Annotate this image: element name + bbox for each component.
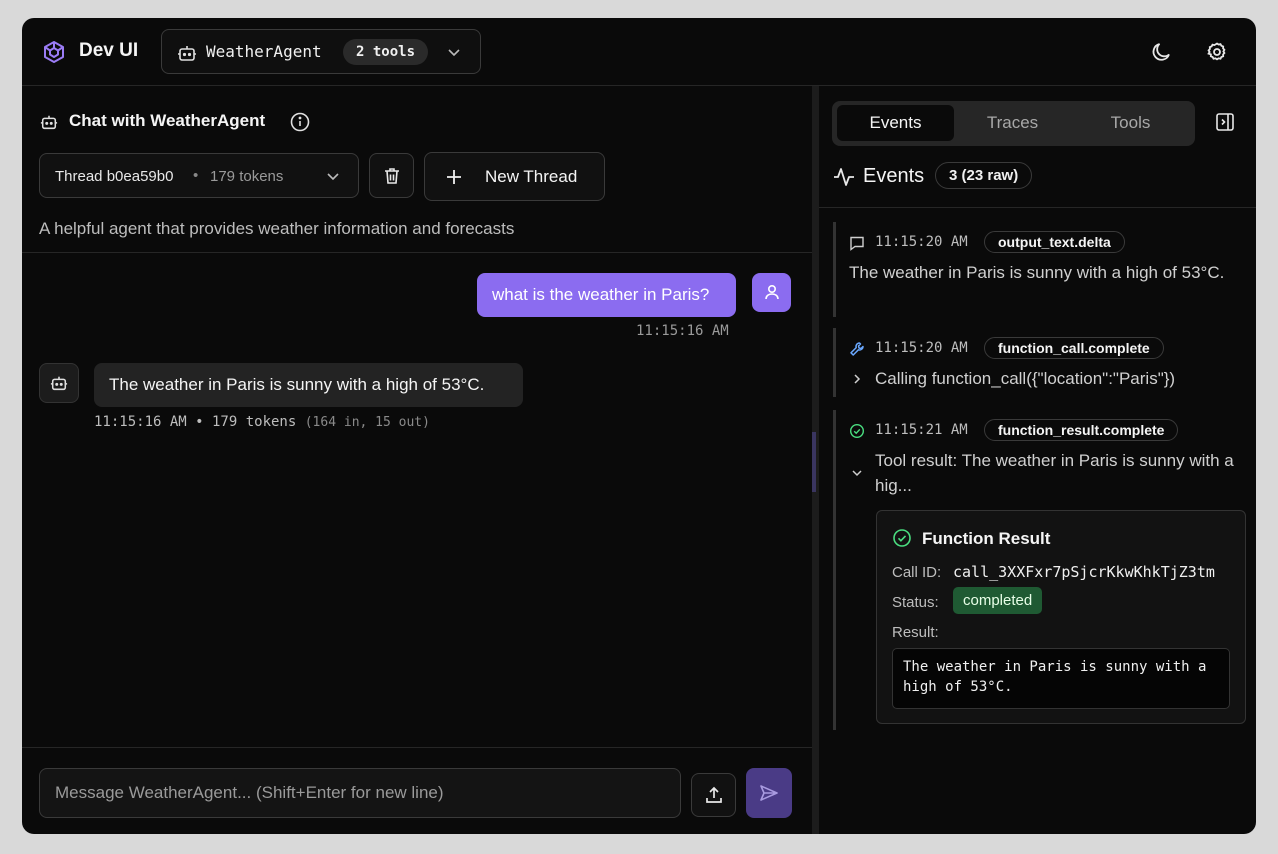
user-icon [765, 284, 779, 300]
thread-selector[interactable]: Thread b0ea59b0 • 179 tokens [39, 153, 359, 198]
thread-tokens: 179 tokens [210, 168, 284, 185]
result-value: The weather in Paris is sunny with a hig… [892, 648, 1230, 709]
call-id-label: Call ID: [892, 564, 942, 581]
divider [22, 747, 812, 748]
event-time: 11:15:20 AM [875, 340, 968, 356]
bot-icon [40, 115, 58, 130]
tools-badge: 2 tools [343, 39, 429, 65]
events-count-badge: 3 (23 raw) [935, 162, 1033, 189]
events-title: Events [863, 165, 925, 187]
check-circle-icon [893, 529, 911, 547]
user-message-time: 11:15:16 AM [636, 323, 729, 339]
app-window: Dev UI WeatherAgent 2 tools Chat with We… [22, 18, 1256, 834]
assistant-message-bubble: The weather in Paris is sunny with a hig… [94, 363, 523, 407]
new-thread-label: New Thread [485, 167, 578, 186]
splitter-handle[interactable] [812, 432, 816, 492]
divider [22, 252, 812, 253]
user-avatar [752, 273, 791, 312]
panel-toggle-icon[interactable] [1214, 111, 1236, 133]
status-badge: completed [953, 587, 1043, 614]
chevron-down-icon[interactable] [850, 466, 864, 480]
event-time: 11:15:20 AM [875, 234, 968, 250]
event-type-badge: function_call.complete [984, 337, 1164, 359]
event-item[interactable]: 11:15:21 AM function_result.complete Too… [833, 410, 1246, 730]
new-thread-button[interactable]: New Thread [424, 152, 605, 201]
activity-icon [834, 168, 854, 186]
message-input[interactable] [39, 768, 681, 818]
thread-label: Thread b0ea59b0 [55, 168, 174, 185]
event-type-badge: function_result.complete [984, 419, 1179, 441]
wrench-icon [850, 342, 864, 356]
tab-events[interactable]: Events [837, 105, 954, 141]
bot-icon [50, 376, 68, 391]
app-title: Dev UI [79, 40, 139, 61]
assistant-meta-detail: (164 in, 15 out) [304, 415, 430, 430]
user-message-text: what is the weather in Paris? [492, 285, 710, 304]
chat-title: Chat with WeatherAgent [69, 111, 266, 130]
assistant-avatar [39, 363, 79, 403]
gear-icon[interactable] [1203, 38, 1231, 66]
send-icon [760, 785, 778, 801]
message-icon [850, 236, 864, 251]
debug-tabs: Events Traces Tools [832, 101, 1195, 146]
plus-icon [447, 170, 461, 184]
divider [819, 207, 1256, 208]
agent-selector[interactable]: WeatherAgent 2 tools [161, 29, 481, 74]
chevron-down-icon [448, 49, 460, 57]
moon-icon[interactable] [1148, 38, 1176, 66]
bot-icon [178, 46, 196, 61]
assistant-meta-main: 11:15:16 AM • 179 tokens [94, 414, 297, 430]
tab-traces[interactable]: Traces [954, 105, 1071, 141]
event-type-badge: output_text.delta [984, 231, 1125, 253]
function-result-card: Function Result Call ID: call_3XXFxr7pSj… [876, 510, 1246, 724]
call-id-value: call_3XXFxr7pSjcrKkwKhkTjZ3tm [953, 563, 1215, 581]
upload-button[interactable] [691, 773, 736, 817]
event-time: 11:15:21 AM [875, 422, 968, 438]
upload-icon [706, 786, 722, 803]
event-text: Tool result: The weather in Paris is sun… [875, 451, 1234, 495]
status-label: Status: [892, 594, 939, 611]
send-button[interactable] [746, 768, 792, 818]
function-result-title: Function Result [922, 529, 1051, 548]
chevron-right-icon[interactable] [850, 372, 864, 386]
info-icon[interactable] [289, 111, 311, 133]
result-label: Result: [892, 624, 939, 641]
thread-separator: • [193, 167, 199, 184]
event-text: Calling function_call({"location":"Paris… [875, 369, 1176, 388]
agent-name: WeatherAgent [206, 42, 322, 61]
event-item[interactable]: 11:15:20 AM output_text.delta The weathe… [833, 222, 1224, 317]
event-text: The weather in Paris is sunny with a hig… [849, 263, 1225, 282]
chevron-down-icon [327, 173, 339, 181]
event-item[interactable]: 11:15:20 AM function_call.complete Calli… [833, 328, 1175, 397]
check-circle-icon [849, 423, 865, 439]
logo-icon [44, 41, 64, 63]
top-header: Dev UI WeatherAgent 2 tools [22, 18, 1256, 86]
agent-description: A helpful agent that provides weather in… [39, 219, 515, 238]
debug-panel: Events Traces Tools Events 3 (23 raw) 11… [819, 86, 1256, 834]
delete-thread-button[interactable] [369, 153, 414, 198]
user-message-bubble: what is the weather in Paris? [477, 273, 736, 317]
trash-icon [385, 168, 399, 184]
assistant-message-text: The weather in Paris is sunny with a hig… [109, 375, 485, 394]
chat-panel: Chat with WeatherAgent Thread b0ea59b0 •… [22, 86, 812, 834]
assistant-message-meta: 11:15:16 AM • 179 tokens (164 in, 15 out… [94, 414, 430, 430]
tab-tools[interactable]: Tools [1072, 105, 1189, 141]
